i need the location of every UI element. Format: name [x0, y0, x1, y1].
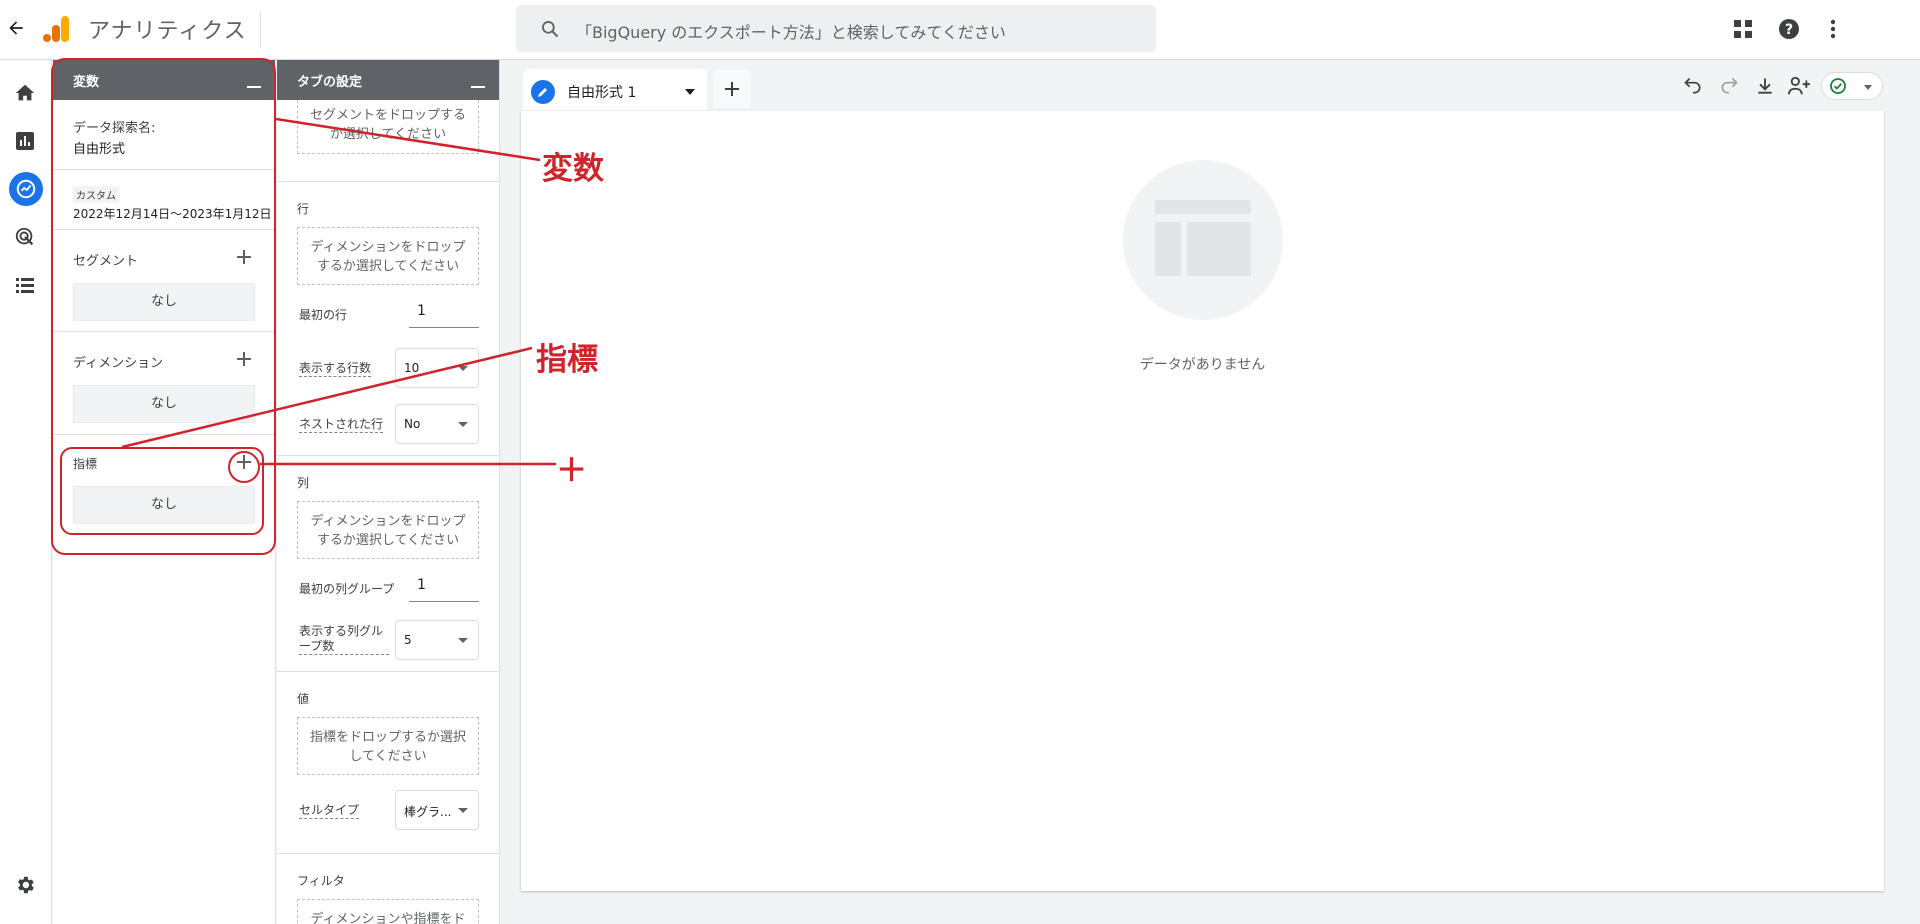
tab-settings-header: タブの設定 [277, 60, 499, 100]
dropdown-caret-icon [1864, 85, 1872, 90]
values-section: 値 指標をドロップするか選択 してください セルタイプ 棒グラ... [277, 672, 499, 854]
first-col-group-input[interactable]: 1 [409, 572, 479, 602]
nested-rows-label: ネストされた行 [299, 417, 384, 433]
minimize-icon[interactable] [471, 68, 485, 88]
dropdown-caret-icon [458, 422, 468, 427]
tab-label: 自由形式 1 [567, 85, 637, 101]
tab-dropdown-caret-icon[interactable] [685, 89, 695, 95]
reports-icon[interactable] [12, 128, 38, 154]
dropdown-caret-icon [458, 366, 468, 371]
empty-message: データがありません [1139, 357, 1266, 373]
app-title: アナリティクス [88, 19, 247, 44]
empty-table-illustration-icon [1123, 160, 1283, 320]
svg-text:?: ? [1785, 22, 1793, 38]
redo-icon[interactable] [1717, 74, 1741, 98]
first-row-label: 最初の行 [299, 308, 348, 322]
plus-icon [725, 82, 739, 96]
settings-gear-icon[interactable] [12, 872, 38, 898]
values-title: 値 [297, 692, 310, 706]
rows-title: 行 [297, 202, 310, 216]
filters-title: フィルタ [297, 874, 345, 888]
annotation-plus-label: ＋ [556, 453, 587, 489]
explore-icon[interactable] [9, 172, 43, 206]
columns-title: 列 [297, 476, 310, 490]
apps-grid-icon[interactable] [1730, 16, 1756, 42]
cell-type-value: 棒グラ... [404, 805, 452, 819]
columns-drop-zone[interactable]: ディメンションをドロップ するか選択してください [297, 501, 479, 559]
help-icon[interactable]: ? [1776, 16, 1802, 42]
home-icon[interactable] [12, 80, 38, 106]
top-bar: アナリティクス 「BigQuery のエクスポート方法」と検索してみてください … [0, 0, 1920, 60]
configure-list-icon[interactable] [12, 272, 38, 298]
more-vert-icon[interactable] [1820, 16, 1846, 42]
check-circle-icon [1830, 78, 1846, 94]
columns-section: 列 ディメンションをドロップ するか選択してください 最初の列グループ 1 表示… [277, 456, 499, 672]
rows-shown-label: 表示する行数 [299, 361, 372, 377]
search-icon [540, 19, 560, 39]
search-bar[interactable]: 「BigQuery のエクスポート方法」と検索してみてください [516, 5, 1156, 52]
rows-section: 行 ディメンションをドロップ するか選択してください 最初の行 1 表示する行数… [277, 182, 499, 456]
nested-rows-select[interactable]: No [395, 404, 479, 444]
annotation-plus-circle [228, 451, 260, 483]
pencil-icon [531, 80, 555, 104]
rows-shown-value: 10 [404, 361, 420, 375]
annotation-metrics-label: 指標 [536, 342, 598, 378]
tab-freeform-1[interactable]: 自由形式 1 [523, 69, 707, 110]
col-groups-shown-label: 表示する列グル ープ数 [299, 624, 389, 655]
back-arrow-icon[interactable] [4, 18, 28, 42]
download-icon[interactable] [1753, 74, 1777, 98]
dropdown-caret-icon [458, 638, 468, 643]
advertising-icon[interactable] [12, 224, 38, 250]
rows-shown-select[interactable]: 10 [395, 348, 479, 388]
title-divider [260, 12, 261, 48]
analytics-logo-icon[interactable] [42, 14, 72, 44]
col-groups-shown-value: 5 [404, 633, 412, 647]
filters-section: フィルタ ディメンションや指標をド [277, 854, 499, 924]
cell-type-label: セルタイプ [299, 803, 360, 819]
cell-type-select[interactable]: 棒グラ... [395, 790, 479, 830]
canvas-tab-bar: 自由形式 1 [501, 60, 1920, 110]
exploration-canvas: データがありません [521, 111, 1884, 891]
tab-settings-title: タブの設定 [297, 75, 363, 90]
first-row-input[interactable]: 1 [409, 298, 479, 328]
undo-icon[interactable] [1681, 74, 1705, 98]
rows-drop-zone[interactable]: ディメンションをドロップ するか選択してください [297, 227, 479, 285]
col-groups-shown-select[interactable]: 5 [395, 620, 479, 660]
dropdown-caret-icon [458, 808, 468, 813]
annotation-variables-label: 変数 [542, 151, 604, 187]
filters-drop-zone[interactable]: ディメンションや指標をド [297, 899, 479, 924]
nav-rail [0, 60, 52, 924]
segment-compare-section: セグメントをドロップする か選択してください [277, 100, 499, 182]
nested-rows-value: No [404, 417, 421, 431]
segment-drop-zone[interactable]: セグメントをドロップする か選択してください [297, 100, 479, 154]
search-placeholder: 「BigQuery のエクスポート方法」と検索してみてください [576, 23, 1006, 42]
save-status-button[interactable] [1821, 72, 1883, 100]
first-col-group-label: 最初の列グループ [299, 582, 395, 596]
add-tab-button[interactable] [713, 70, 751, 108]
tab-settings-panel: タブの設定 セグメントをドロップする か選択してください 行 ディメンションをド… [277, 60, 500, 924]
values-drop-zone[interactable]: 指標をドロップするか選択 してください [297, 717, 479, 775]
share-person-add-icon[interactable] [1787, 74, 1811, 98]
